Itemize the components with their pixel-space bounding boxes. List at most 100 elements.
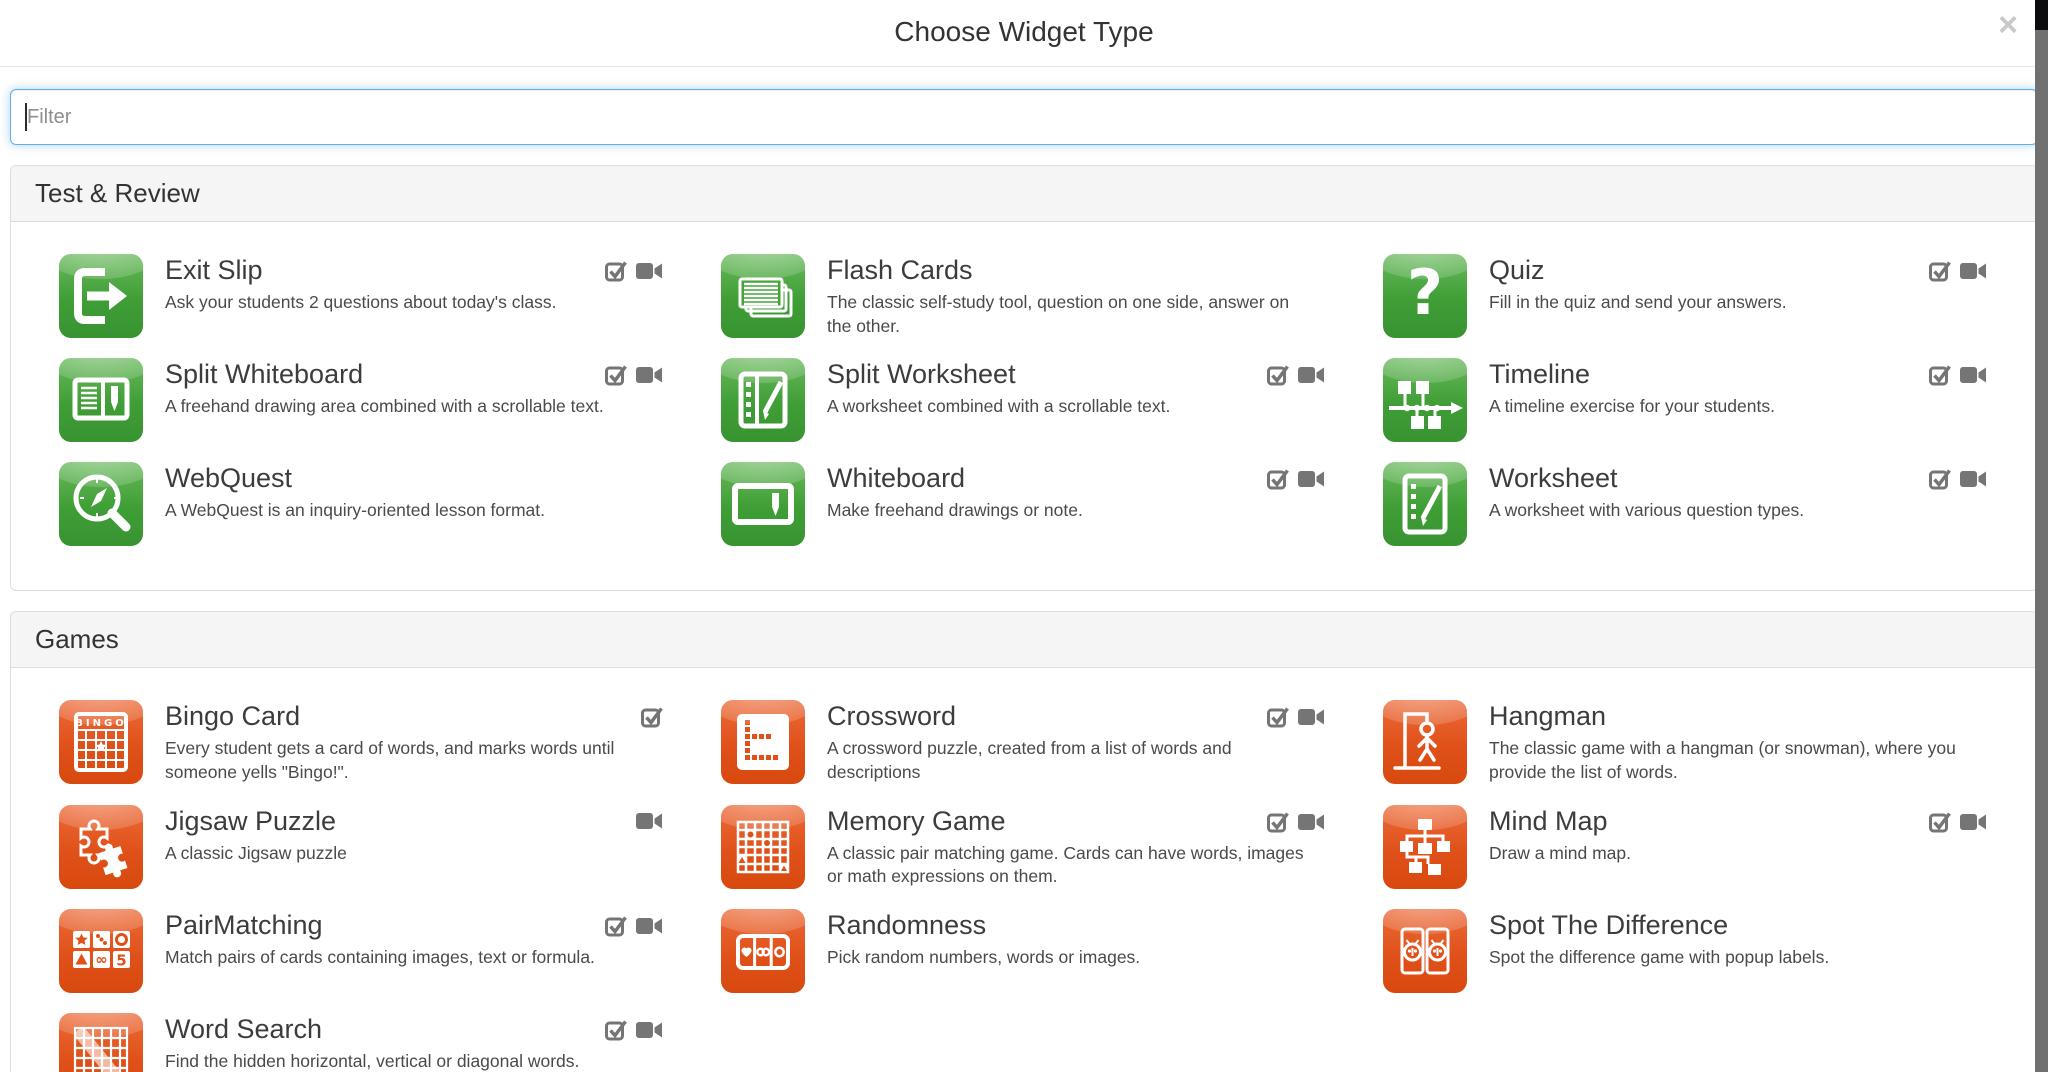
video-camera-icon — [636, 811, 663, 831]
widget-item[interactable]: Worksheet A worksheet with various quest… — [1383, 462, 1989, 546]
widget-description: A timeline exercise for your students. — [1489, 395, 1775, 419]
filter-input[interactable] — [10, 89, 2038, 145]
widget-description: Ask your students 2 questions about toda… — [165, 291, 556, 315]
timeline-icon — [1383, 358, 1467, 442]
widget-description: Make freehand drawings or note. — [827, 499, 1083, 523]
widget-item[interactable]: Exit Slip Ask your students 2 questions … — [59, 254, 665, 338]
widget-description: A WebQuest is an inquiry-oriented lesson… — [165, 499, 545, 523]
jigsaw-puzzle-icon — [59, 805, 143, 889]
widget-item[interactable]: Jigsaw Puzzle A classic Jigsaw puzzle — [59, 805, 665, 889]
section-title: Test & Review — [11, 166, 2037, 222]
widget-item[interactable]: Timeline A timeline exercise for your st… — [1383, 358, 1989, 442]
widget-item[interactable]: ? Quiz Fill in the quiz and send your an… — [1383, 254, 1989, 338]
video-camera-icon — [1298, 469, 1325, 489]
widget-title: PairMatching — [165, 910, 595, 941]
widget-title: Memory Game — [827, 806, 1307, 837]
section-panel: Test & Review Exit Slip Ask your student… — [10, 165, 2038, 591]
exit-slip-icon — [59, 254, 143, 338]
grading-check-icon — [605, 915, 627, 937]
video-camera-icon — [1298, 365, 1325, 385]
widget-title: Mind Map — [1489, 806, 1631, 837]
widget-title: Flash Cards — [827, 255, 1307, 286]
section-title: Games — [11, 612, 2037, 668]
sections: Test & Review Exit Slip Ask your student… — [0, 165, 2048, 1072]
grading-check-icon — [1929, 468, 1951, 490]
widget-item[interactable]: Randomness Pick random numbers, words or… — [721, 909, 1327, 993]
close-icon[interactable]: × — [1998, 8, 2018, 42]
webquest-icon — [59, 462, 143, 546]
whiteboard-icon — [721, 462, 805, 546]
widget-title: Word Search — [165, 1014, 579, 1045]
widget-item[interactable]: Spot The Difference Spot the difference … — [1383, 909, 1989, 993]
widget-item[interactable]: Flash Cards The classic self-study tool,… — [721, 254, 1327, 338]
widget-description: Match pairs of cards containing images, … — [165, 946, 595, 970]
video-camera-icon — [1960, 261, 1987, 281]
memory-game-icon — [721, 805, 805, 889]
split-whiteboard-icon — [59, 358, 143, 442]
widget-description: A classic Jigsaw puzzle — [165, 842, 347, 866]
split-worksheet-icon — [721, 358, 805, 442]
widget-description: The classic self-study tool, question on… — [827, 291, 1307, 338]
widget-item[interactable]: Mind Map Draw a mind map. — [1383, 805, 1989, 889]
widget-item[interactable]: Split Worksheet A worksheet combined wit… — [721, 358, 1327, 442]
quiz-icon: ? — [1383, 254, 1467, 338]
grading-check-icon — [1929, 260, 1951, 282]
randomness-icon — [721, 909, 805, 993]
widget-title: Timeline — [1489, 359, 1775, 390]
scrollbar[interactable] — [2035, 0, 2048, 1072]
widget-item[interactable]: Memory Game A classic pair matching game… — [721, 805, 1327, 889]
widget-description: A crossword puzzle, created from a list … — [827, 737, 1307, 784]
scrollbar-corner — [2035, 0, 2048, 30]
widget-description: A worksheet with various question types. — [1489, 499, 1804, 523]
svg-text:5: 5 — [116, 951, 126, 969]
grading-check-icon — [605, 260, 627, 282]
grading-check-icon — [605, 1019, 627, 1041]
widget-item[interactable]: WebQuest A WebQuest is an inquiry-orient… — [59, 462, 665, 546]
grading-check-icon — [1267, 706, 1289, 728]
crossword-icon — [721, 700, 805, 784]
widget-item[interactable]: ∞5 PairMatching Match pairs of cards con… — [59, 909, 665, 993]
widget-item[interactable]: Crossword A crossword puzzle, created fr… — [721, 700, 1327, 784]
section-items-grid: Exit Slip Ask your students 2 questions … — [11, 222, 2037, 590]
flash-cards-icon — [721, 254, 805, 338]
widget-title: Quiz — [1489, 255, 1787, 286]
modal-header: Choose Widget Type × — [0, 0, 2048, 67]
widget-description: Fill in the quiz and send your answers. — [1489, 291, 1787, 315]
widget-item[interactable]: Whiteboard Make freehand drawings or not… — [721, 462, 1327, 546]
svg-text:?: ? — [1407, 256, 1443, 329]
widget-description: Every student gets a card of words, and … — [165, 737, 645, 784]
grading-check-icon — [1267, 364, 1289, 386]
widget-description: Spot the difference game with popup labe… — [1489, 946, 1829, 970]
widget-title: Whiteboard — [827, 463, 1083, 494]
widget-title: Split Whiteboard — [165, 359, 604, 390]
widget-title: WebQuest — [165, 463, 545, 494]
modal-title: Choose Widget Type — [0, 0, 2048, 48]
widget-item[interactable]: Word Search Find the hidden horizontal, … — [59, 1013, 665, 1072]
widget-title: Bingo Card — [165, 701, 645, 732]
grading-check-icon — [641, 706, 663, 728]
widget-item[interactable]: Split Whiteboard A freehand drawing area… — [59, 358, 665, 442]
filter-container — [10, 89, 2038, 145]
grading-check-icon — [1267, 468, 1289, 490]
widget-description: A freehand drawing area combined with a … — [165, 395, 604, 419]
spot-the-difference-icon — [1383, 909, 1467, 993]
bingo-card-icon: BINGO — [59, 700, 143, 784]
widget-title: Randomness — [827, 910, 1140, 941]
widget-description: A worksheet combined with a scrollable t… — [827, 395, 1170, 419]
mind-map-icon — [1383, 805, 1467, 889]
video-camera-icon — [636, 261, 663, 281]
worksheet-icon — [1383, 462, 1467, 546]
video-camera-icon — [636, 916, 663, 936]
hangman-icon — [1383, 700, 1467, 784]
video-camera-icon — [1960, 469, 1987, 489]
pairmatching-icon: ∞5 — [59, 909, 143, 993]
widget-title: Split Worksheet — [827, 359, 1170, 390]
widget-item[interactable]: BINGO Bingo Card Every student gets a ca… — [59, 700, 665, 784]
video-camera-icon — [636, 1020, 663, 1040]
grading-check-icon — [1929, 364, 1951, 386]
widget-description: The classic game with a hangman (or snow… — [1489, 737, 1969, 784]
section-panel: Games BINGO Bingo Card Every student get… — [10, 611, 2038, 1072]
widget-title: Hangman — [1489, 701, 1969, 732]
widget-item[interactable]: Hangman The classic game with a hangman … — [1383, 700, 1989, 784]
widget-title: Crossword — [827, 701, 1307, 732]
